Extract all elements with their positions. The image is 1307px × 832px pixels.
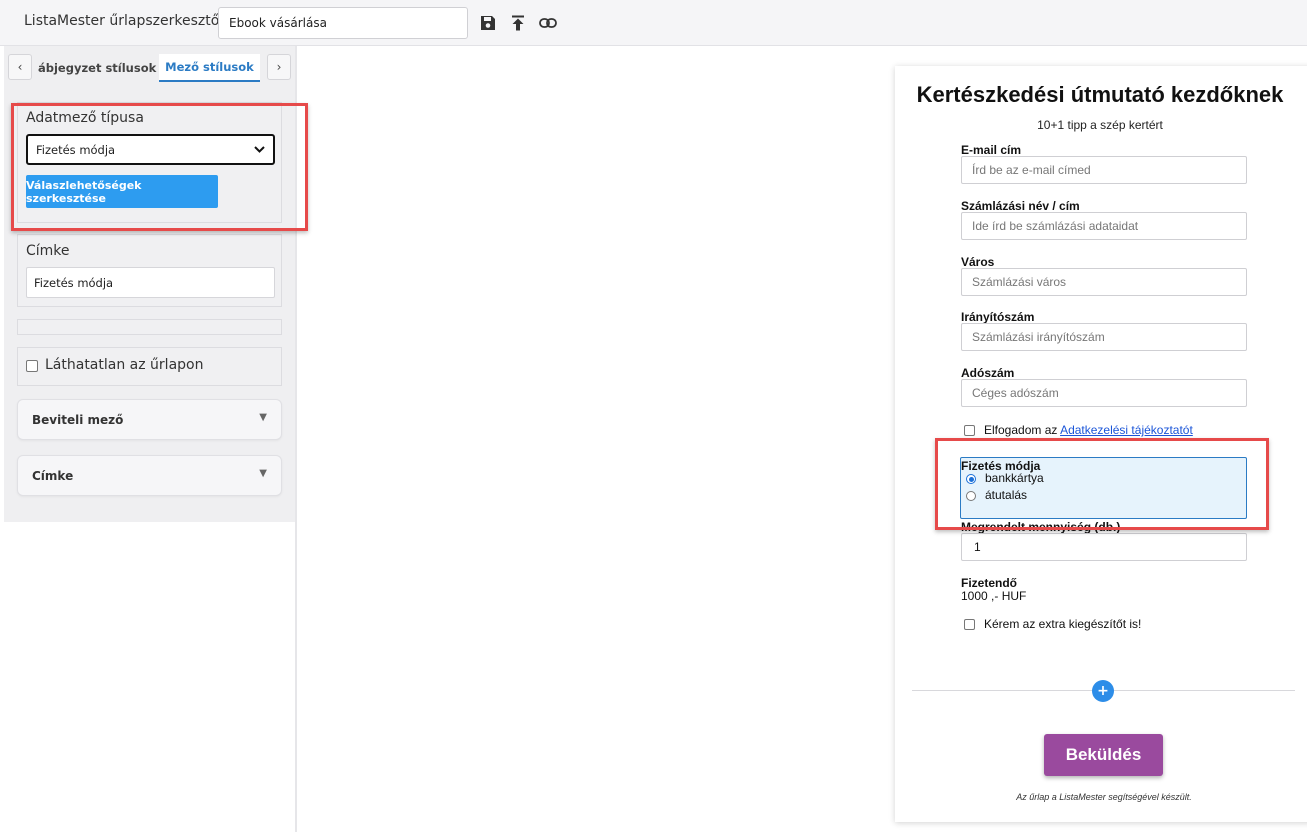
app-title: ListaMester űrlapszerkesztő:	[24, 13, 224, 29]
chevron-down-icon	[254, 146, 265, 153]
accordion-input-field-label: Beviteli mező	[32, 413, 124, 427]
extra-checkbox-label: Kérem az extra kiegészítőt is!	[984, 617, 1142, 631]
visibility-section: Láthatatlan az űrlapon	[17, 347, 282, 386]
label-section-title: Címke	[26, 243, 70, 259]
save-icon[interactable]	[478, 13, 498, 33]
consent-checkbox[interactable]	[964, 425, 975, 436]
billing-name-label: Számlázási név / cím	[961, 199, 1080, 213]
radio-card[interactable]	[966, 474, 976, 484]
accordion-label[interactable]: Címke ▼	[17, 455, 282, 496]
form-subtitle: 10+1 tipp a szép kertért	[1037, 118, 1163, 132]
top-toolbar: ListaMester űrlapszerkesztő:	[0, 0, 1307, 46]
total-value: 1000 ,- HUF	[961, 589, 1027, 603]
field-type-value: Fizetés módja	[36, 142, 116, 157]
hidden-checkbox[interactable]	[26, 360, 38, 372]
quantity-field[interactable]: 1	[961, 533, 1247, 561]
empty-section	[17, 319, 282, 335]
tax-number-label: Adószám	[961, 366, 1015, 380]
zip-field[interactable]: Számlázási irányítószám	[961, 323, 1247, 351]
radio-card-label: bankkártya	[985, 471, 1044, 485]
panel-divider	[295, 46, 297, 832]
form-preview: Kertészkedési útmutató kezdőknek 10+1 ti…	[895, 66, 1307, 822]
tax-number-field[interactable]: Céges adószám	[961, 379, 1247, 407]
label-section: Címke Fizetés módja	[17, 234, 282, 307]
extra-checkbox[interactable]	[964, 619, 975, 630]
payment-method-group: Fizetés módja bankkártya átutalás	[960, 457, 1247, 519]
field-type-label: Adatmező típusa	[26, 110, 144, 126]
label-input[interactable]: Fizetés módja	[26, 267, 275, 298]
billing-name-field[interactable]: Ide írd be számlázási adataidat	[961, 212, 1247, 240]
consent-text: Elfogadom az Adatkezelési tájékoztatót	[984, 423, 1193, 437]
zip-label: Irányítószám	[961, 310, 1035, 324]
radio-transfer-label: átutalás	[985, 488, 1028, 502]
city-label: Város	[961, 255, 995, 269]
footer-note: Az űrlap a ListaMester segítségével kész…	[1016, 792, 1192, 802]
edit-options-button[interactable]: Válaszlehetőségek szerkesztése	[26, 175, 218, 208]
tab-prev-button[interactable]: ‹	[8, 54, 32, 80]
form-name-input[interactable]	[218, 7, 468, 39]
upload-icon[interactable]	[508, 13, 528, 33]
field-type-select[interactable]: Fizetés módja	[26, 134, 275, 165]
city-field[interactable]: Számlázási város	[961, 268, 1247, 296]
style-tabs: ‹ ábjegyzet stílusok Mező stílusok ›	[4, 46, 295, 88]
form-title: Kertészkedési útmutató kezdőknek	[916, 82, 1284, 107]
tab-field-styles[interactable]: Mező stílusok	[159, 54, 260, 82]
properties-panel: ‹ ábjegyzet stílusok Mező stílusok › Ada…	[4, 46, 295, 522]
tab-next-button[interactable]: ›	[267, 54, 291, 80]
email-field[interactable]: Írd be az e-mail címed	[961, 156, 1247, 184]
field-type-section: Adatmező típusa Fizetés módja Válaszlehe…	[17, 102, 282, 223]
accordion-label-title: Címke	[32, 469, 74, 483]
triangle-down-icon: ▼	[259, 412, 267, 423]
triangle-down-icon: ▼	[259, 468, 267, 479]
hidden-checkbox-label: Láthatatlan az űrlapon	[45, 357, 204, 373]
privacy-policy-link[interactable]: Adatkezelési tájékoztatót	[1060, 423, 1193, 437]
add-field-button[interactable]: +	[1092, 680, 1114, 702]
tab-form-styles[interactable]: ábjegyzet stílusok	[38, 54, 158, 82]
submit-button[interactable]: Beküldés	[1044, 734, 1163, 776]
email-label: E-mail cím	[961, 143, 1022, 157]
link-icon[interactable]	[538, 13, 558, 33]
total-label: Fizetendő	[961, 576, 1017, 590]
radio-transfer[interactable]	[966, 491, 976, 501]
quantity-label: Megrendelt mennyiség (db.)	[961, 520, 1121, 534]
accordion-input-field[interactable]: Beviteli mező ▼	[17, 399, 282, 440]
